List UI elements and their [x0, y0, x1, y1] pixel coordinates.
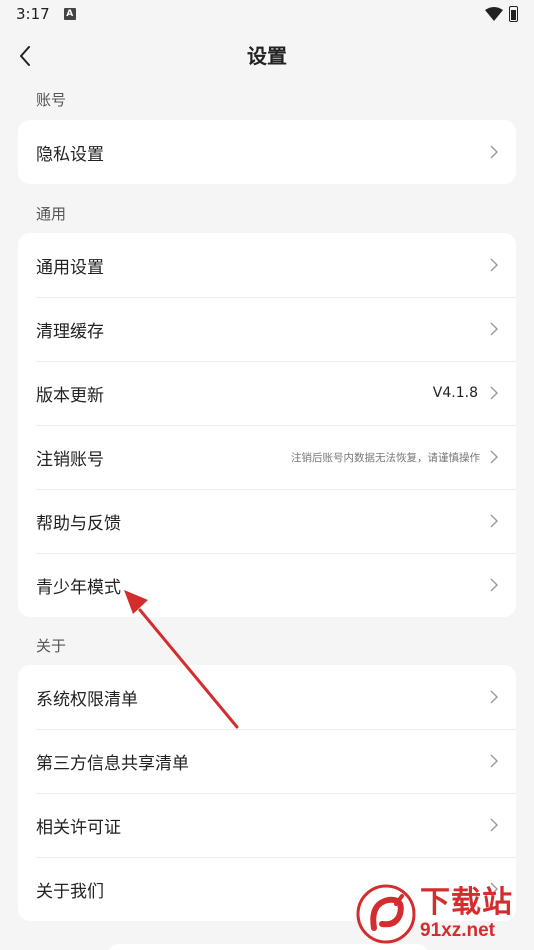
- row-privacy-settings[interactable]: 隐私设置: [18, 120, 516, 184]
- notification-app-icon: A: [63, 8, 76, 20]
- header: 设置: [0, 34, 534, 78]
- row-clear-cache[interactable]: 清理缓存: [18, 297, 516, 361]
- row-general-settings[interactable]: 通用设置: [18, 233, 516, 297]
- section-label-about: 关于: [36, 637, 67, 655]
- row-licenses[interactable]: 相关许可证: [18, 793, 516, 857]
- general-card: 通用设置 清理缓存 版本更新 V4.1.8 注销账号 注销后账号内数据无法恢复，…: [18, 233, 516, 617]
- wifi-icon: [485, 7, 503, 21]
- watermark-name: 下载站: [420, 885, 513, 920]
- row-label: 通用设置: [36, 257, 104, 278]
- row-label: 关于我们: [36, 881, 104, 902]
- chevron-right-icon: [490, 386, 498, 400]
- row-label: 第三方信息共享清单: [36, 753, 189, 774]
- chevron-right-icon: [490, 754, 498, 768]
- row-teen-mode[interactable]: 青少年模式: [18, 553, 516, 617]
- delete-account-hint: 注销后账号内数据无法恢复，请谨慎操作: [291, 451, 480, 464]
- row-label: 帮助与反馈: [36, 513, 121, 534]
- version-value: V4.1.8: [432, 385, 478, 401]
- row-label: 注销账号: [36, 449, 104, 470]
- chevron-right-icon: [490, 818, 498, 832]
- row-help-feedback[interactable]: 帮助与反馈: [18, 489, 516, 553]
- section-label-general: 通用: [36, 205, 67, 223]
- back-arrow-icon: [20, 46, 30, 66]
- chevron-right-icon: [490, 258, 498, 272]
- row-third-party-sharing[interactable]: 第三方信息共享清单: [18, 729, 516, 793]
- chevron-right-icon: [490, 514, 498, 528]
- chevron-right-icon: [490, 578, 498, 592]
- back-button[interactable]: [12, 42, 38, 70]
- status-bar: 3:17 A: [0, 0, 534, 28]
- watermark: 下载站 91xz.net: [356, 882, 528, 946]
- page-title: 设置: [247, 44, 287, 68]
- status-time: 3:17: [16, 5, 50, 23]
- row-delete-account[interactable]: 注销账号 注销后账号内数据无法恢复，请谨慎操作: [18, 425, 516, 489]
- chevron-right-icon: [490, 145, 498, 159]
- row-label: 系统权限清单: [36, 689, 138, 710]
- battery-icon: [509, 6, 518, 22]
- row-label: 版本更新: [36, 385, 104, 406]
- row-system-permissions[interactable]: 系统权限清单: [18, 665, 516, 729]
- chevron-right-icon: [490, 690, 498, 704]
- row-label: 相关许可证: [36, 817, 121, 838]
- watermark-url: 91xz.net: [420, 920, 495, 941]
- status-icons: [485, 6, 518, 22]
- row-label: 隐私设置: [36, 144, 104, 165]
- account-card: 隐私设置: [18, 120, 516, 184]
- section-label-account: 账号: [36, 91, 67, 109]
- row-label: 青少年模式: [36, 577, 121, 598]
- chevron-right-icon: [490, 450, 498, 464]
- chevron-right-icon: [490, 322, 498, 336]
- watermark-logo-icon: [356, 884, 416, 944]
- row-version-update[interactable]: 版本更新 V4.1.8: [18, 361, 516, 425]
- row-label: 清理缓存: [36, 321, 104, 342]
